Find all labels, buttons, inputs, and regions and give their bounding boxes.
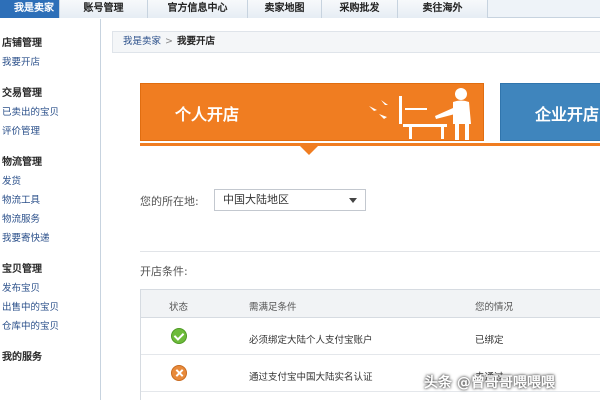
breadcrumb-parent[interactable]: 我是卖家 xyxy=(123,36,161,47)
personal-tab-underline xyxy=(140,143,600,146)
sidebar-item-publish[interactable]: 发布宝贝 xyxy=(0,279,100,298)
tab-wholesale[interactable]: 采购批发 xyxy=(322,0,398,18)
top-nav: 我是卖家 账号管理 官方信息中心 卖家地图 采购批发 卖往海外 xyxy=(0,0,600,18)
conditions-label: 开店条件: xyxy=(140,265,188,278)
sidebar-item-on-sale[interactable]: 出售中的宝贝 xyxy=(0,298,100,317)
table-row: 必须绑定大陆个人支付宝账户 已绑定 xyxy=(141,319,600,355)
person-at-desk-icon xyxy=(369,88,471,140)
result-text: 已绑定 xyxy=(475,335,504,346)
personal-shop-label: 个人开店 xyxy=(175,105,240,124)
main-content: 我是卖家 > 我要开店 个人开店 企业开店 您的所在地: 中国大陆地区 开店条件… xyxy=(102,19,600,400)
sidebar-group-services: 我的服务 xyxy=(0,349,100,367)
sidebar-title: 宝贝管理 xyxy=(2,264,42,275)
requirement-text: 通过支付宝中国大陆实名认证 xyxy=(249,372,373,383)
requirement-text: 必须绑定大陆个人支付宝账户 xyxy=(249,335,373,346)
sidebar-title: 我的服务 xyxy=(2,352,42,363)
breadcrumb-current: 我要开店 xyxy=(176,36,215,47)
sidebar-title: 店铺管理 xyxy=(2,38,42,49)
watermark: 头条 @曾哥哥喂喂喂 xyxy=(424,375,555,391)
location-select[interactable]: 中国大陆地区 xyxy=(214,189,366,211)
sidebar-item-logistics-tools[interactable]: 物流工具 xyxy=(0,191,100,210)
header-status: 状态 xyxy=(169,302,189,313)
sidebar-title: 交易管理 xyxy=(2,88,42,99)
selected-pointer-icon xyxy=(300,146,318,155)
sidebar-group-items: 宝贝管理 发布宝贝 出售中的宝贝 仓库中的宝贝 xyxy=(0,261,100,336)
sidebar-item-logistics-services[interactable]: 物流服务 xyxy=(0,210,100,229)
sidebar: 店铺管理 我要开店 交易管理 已卖出的宝贝 评价管理 物流管理 发货 物流工具 … xyxy=(0,19,101,400)
tab-seller[interactable]: 我是卖家 xyxy=(0,0,60,18)
company-shop-label: 企业开店 xyxy=(535,105,600,124)
sidebar-item-in-stock[interactable]: 仓库中的宝贝 xyxy=(0,317,100,336)
location-value: 中国大陆地区 xyxy=(223,193,289,206)
company-shop-button[interactable]: 企业开店 xyxy=(500,83,600,141)
tab-seller-map[interactable]: 卖家地图 xyxy=(248,0,322,18)
personal-shop-button[interactable]: 个人开店 xyxy=(140,83,484,141)
breadcrumb-separator: > xyxy=(165,36,173,47)
table-header: 状态 需满足条件 您的情况 xyxy=(141,290,600,318)
tab-official-info[interactable]: 官方信息中心 xyxy=(148,0,248,18)
sidebar-item-ship[interactable]: 发货 xyxy=(0,172,100,191)
x-circle-icon xyxy=(171,365,187,381)
check-circle-icon xyxy=(171,328,187,344)
sidebar-group-logistics: 物流管理 发货 物流工具 物流服务 我要寄快递 xyxy=(0,154,100,248)
sidebar-item-sold[interactable]: 已卖出的宝贝 xyxy=(0,103,100,122)
tab-overseas[interactable]: 卖往海外 xyxy=(398,0,488,18)
sidebar-item-send-express[interactable]: 我要寄快递 xyxy=(0,229,100,248)
chevron-down-icon xyxy=(349,198,357,203)
sidebar-title: 物流管理 xyxy=(2,157,42,168)
location-label: 您的所在地: xyxy=(140,195,199,208)
sidebar-item-reviews[interactable]: 评价管理 xyxy=(0,122,100,141)
sidebar-group-trade: 交易管理 已卖出的宝贝 评价管理 xyxy=(0,85,100,141)
header-requirement: 需满足条件 xyxy=(249,302,297,313)
divider xyxy=(140,251,600,252)
header-result: 您的情况 xyxy=(475,302,514,313)
tab-account[interactable]: 账号管理 xyxy=(60,0,148,18)
sidebar-item-open-shop[interactable]: 我要开店 xyxy=(0,53,100,72)
breadcrumb: 我是卖家 > 我要开店 xyxy=(112,31,600,53)
sidebar-group-shop: 店铺管理 我要开店 xyxy=(0,35,100,72)
